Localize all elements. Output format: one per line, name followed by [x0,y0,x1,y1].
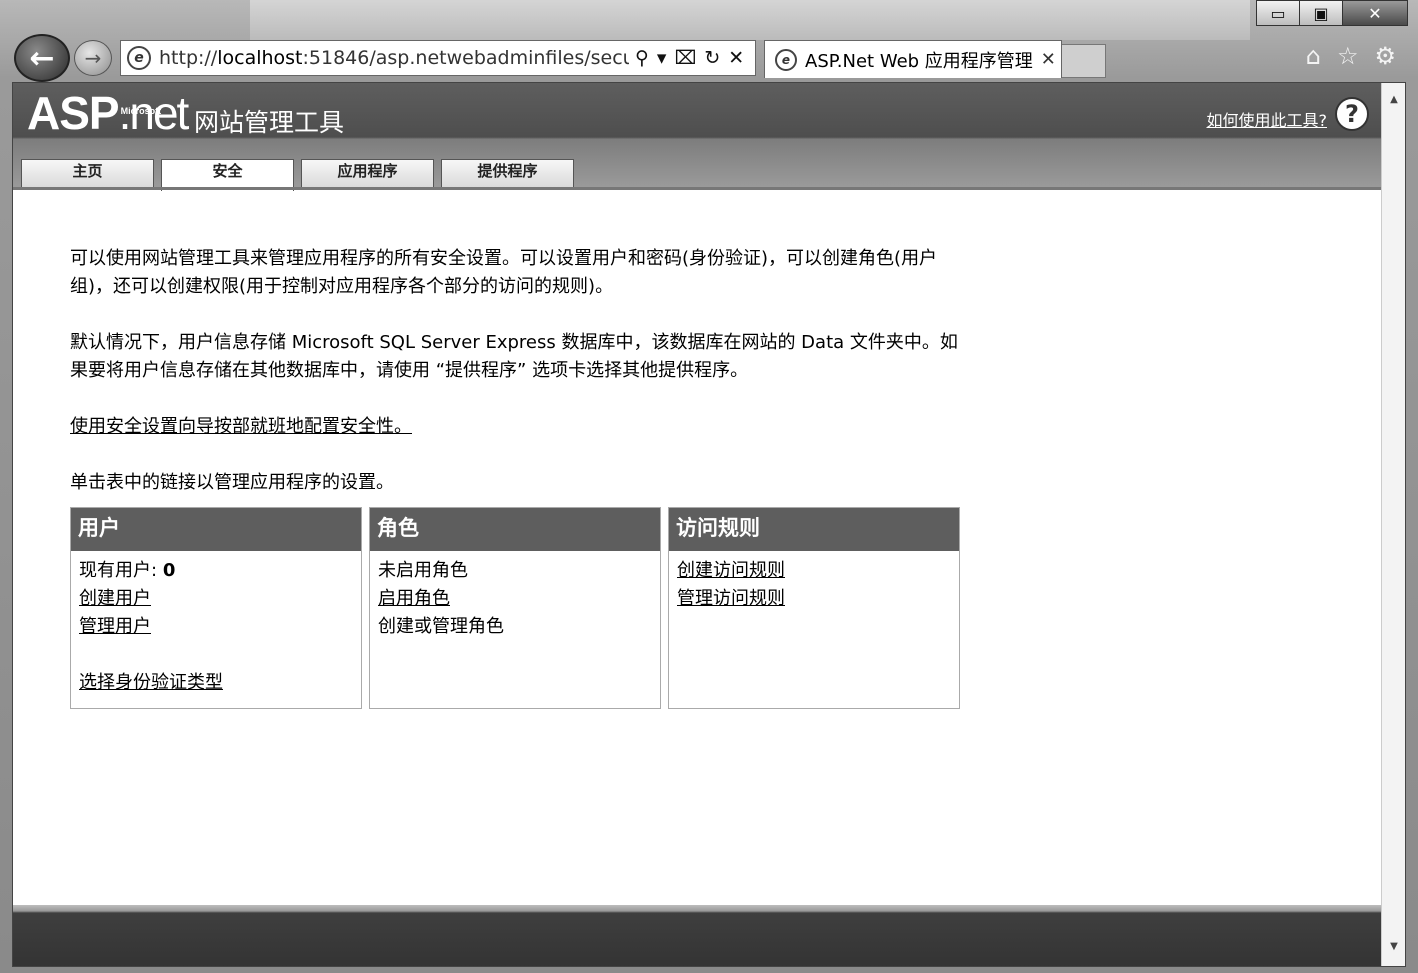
users-header: 用户 [71,508,361,551]
tab-application[interactable]: 应用程序 [301,159,434,188]
home-icon[interactable]: ⌂ [1306,42,1321,70]
existing-users-row: 现有用户: 0 [79,557,361,585]
manage-access-rules-link[interactable]: 管理访问规则 [677,585,959,613]
url-host: localhost [217,47,303,69]
maximize-button[interactable]: ▣ [1299,0,1343,26]
security-content: 可以使用网站管理工具来管理应用程序的所有安全设置。可以设置用户和密码(身份验证)… [70,245,960,525]
access-rules-header: 访问规则 [669,508,959,551]
tab-title: ASP.Net Web 应用程序管理 [805,50,1033,72]
title-bar [250,0,1250,40]
roles-status: 未启用角色 [378,560,468,581]
existing-users-count: 0 [162,560,176,581]
refresh-icon[interactable]: ↻ [704,47,720,69]
ie-tab-icon: e [775,48,797,71]
favorites-icon[interactable]: ☆ [1337,42,1359,70]
logo-asp: ASP [27,87,120,139]
close-window-button[interactable]: ✕ [1342,0,1408,26]
existing-users-label: 现有用户: [79,560,158,581]
ie-page-icon: e [127,46,151,70]
roles-header: 角色 [370,508,660,551]
back-arrow-icon: ← [29,40,55,76]
search-icon[interactable]: ⚲ [635,47,649,69]
create-user-link[interactable]: 创建用户 [79,585,361,613]
site-title: 网站管理工具 [194,108,345,137]
logo-net: Microsoft .net [119,89,190,137]
auth-type-link[interactable]: 选择身份验证类型 [79,669,361,697]
access-rules-body: 创建访问规则 管理访问规则 [669,551,959,613]
create-access-rule-link[interactable]: 创建访问规则 [677,557,959,585]
url-rest: :51846/asp.netwebadminfiles/security/s [302,47,629,69]
scroll-up-icon[interactable]: ▲ [1382,89,1405,109]
forward-button[interactable]: → [74,40,112,76]
access-rules-panel: 访问规则 创建访问规则 管理访问规则 [668,507,960,709]
create-manage-roles-text: 创建或管理角色 [378,616,504,637]
browser-tab[interactable]: e ASP.Net Web 应用程序管理 ✕ [764,40,1062,78]
stop-icon[interactable]: ✕ [728,47,744,69]
tab-provider[interactable]: 提供程序 [441,159,574,188]
logo-microsoft: Microsoft [120,106,162,116]
address-bar[interactable]: e http://localhost:51846/asp.netwebadmin… [120,40,756,76]
gear-icon[interactable]: ⚙ [1374,42,1396,70]
vertical-scrollbar[interactable]: ▲ ▼ [1381,83,1405,966]
forward-arrow-icon: → [84,46,102,70]
address-url[interactable]: http://localhost:51846/asp.netwebadminfi… [159,47,629,69]
security-wizard-link[interactable]: 使用安全设置向导按部就班地配置安全性。 [70,416,412,437]
browser-command-icons: ⌂ ☆ ⚙ [1306,42,1396,70]
users-panel: 用户 现有用户: 0 创建用户 管理用户 选择身份验证类型 [70,507,362,709]
help-icon[interactable]: ? [1335,97,1369,131]
url-prefix: http:// [159,47,218,69]
table-instructions: 单击表中的链接以管理应用程序的设置。 [70,472,394,493]
intro-paragraph: 可以使用网站管理工具来管理应用程序的所有安全设置。可以设置用户和密码(身份验证)… [70,248,938,297]
site-footer [13,905,1383,966]
chevron-down-icon[interactable]: ▾ [657,47,667,69]
manage-users-link[interactable]: 管理用户 [79,613,361,641]
aspnet-logo: ASP Microsoft .net [27,87,190,139]
roles-panel: 角色 未启用角色 启用角色 创建或管理角色 [369,507,661,709]
scroll-down-icon[interactable]: ▼ [1382,936,1405,956]
compatibility-view-icon[interactable]: ⌧ [674,47,696,69]
address-tools: ⚲ ▾ ⌧ ↻ ✕ [635,47,744,69]
back-button[interactable]: ← [14,34,70,82]
close-tab-icon[interactable]: ✕ [1041,49,1056,70]
tab-divider [13,187,1383,190]
storage-paragraph: 默认情况下，用户信息存储 Microsoft SQL Server Expres… [70,332,958,381]
enable-roles-link[interactable]: 启用角色 [378,585,660,613]
tab-home[interactable]: 主页 [21,159,154,188]
browser-window: ▭ ▣ ✕ ← → e http://localhost:51846/asp.n… [0,0,1418,973]
minimize-button[interactable]: ▭ [1256,0,1300,26]
window-controls: ▭ ▣ ✕ [1256,0,1408,28]
help-link[interactable]: 如何使用此工具? [1207,107,1328,131]
users-body: 现有用户: 0 创建用户 管理用户 选择身份验证类型 [71,551,361,697]
page-viewport: ASP Microsoft .net 网站管理工具 如何使用此工具? ? 主页 安… [12,82,1406,967]
management-grid: 用户 现有用户: 0 创建用户 管理用户 选择身份验证类型 角色 未启用角色 启… [70,507,960,709]
new-tab-button[interactable] [1062,44,1106,78]
site-header: ASP Microsoft .net 网站管理工具 如何使用此工具? ? 主页 安… [13,83,1383,191]
roles-body: 未启用角色 启用角色 创建或管理角色 [370,551,660,641]
